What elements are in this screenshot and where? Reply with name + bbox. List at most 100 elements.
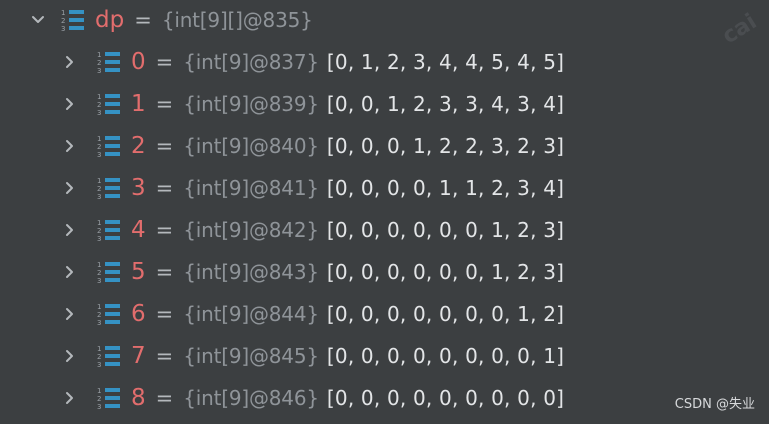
item-index: 0 (131, 49, 146, 75)
svg-text:1: 1 (97, 177, 101, 185)
svg-text:1: 1 (97, 261, 101, 269)
item-index: 2 (131, 133, 146, 159)
svg-text:2: 2 (97, 143, 101, 151)
array-values: [0, 0, 0, 0, 0, 0, 0, 0, 0] (326, 386, 565, 410)
variable-name: dp (95, 7, 125, 33)
item-index: 7 (131, 343, 146, 369)
chevron-right-icon[interactable] (60, 304, 80, 324)
tree-row-item-6[interactable]: 123 6 = {int[9]@844} [0, 0, 0, 0, 0, 0, … (0, 294, 769, 334)
svg-text:1: 1 (97, 219, 101, 227)
array-icon: 123 (96, 259, 122, 285)
tree-row-item-2[interactable]: 123 2 = {int[9]@840} [0, 0, 0, 1, 2, 2, … (0, 126, 769, 166)
svg-text:2: 2 (97, 395, 101, 403)
svg-text:2: 2 (97, 227, 101, 235)
chevron-right-icon[interactable] (60, 220, 80, 240)
object-reference: {int[9][]@835} (161, 8, 313, 32)
tree-row-item-1[interactable]: 123 1 = {int[9]@839} [0, 0, 1, 2, 3, 3, … (0, 84, 769, 124)
chevron-right-icon[interactable] (60, 94, 80, 114)
svg-text:3: 3 (61, 25, 65, 33)
array-icon: 123 (96, 175, 122, 201)
tree-row-root-dp[interactable]: 1 2 3 dp = {int[9][]@835} (0, 0, 769, 40)
svg-text:3: 3 (97, 319, 101, 327)
svg-text:1: 1 (97, 387, 101, 395)
array-values: [0, 0, 0, 1, 2, 2, 3, 2, 3] (326, 134, 565, 158)
tree-row-item-7[interactable]: 123 7 = {int[9]@845} [0, 0, 0, 0, 0, 0, … (0, 336, 769, 376)
debugger-variables-tree: 1 2 3 dp = {int[9][]@835} 123 0 = {int[9… (0, 0, 769, 424)
chevron-right-icon[interactable] (60, 136, 80, 156)
array-icon: 123 (96, 301, 122, 327)
item-index: 4 (131, 217, 146, 243)
chevron-right-icon[interactable] (60, 262, 80, 282)
svg-text:3: 3 (97, 361, 101, 369)
array-icon: 1 2 3 (60, 7, 86, 33)
item-index: 5 (131, 259, 146, 285)
array-values: [0, 0, 0, 0, 0, 0, 0, 0, 1] (326, 344, 565, 368)
array-values: [0, 0, 0, 0, 0, 0, 1, 2, 3] (326, 260, 565, 284)
array-values: [0, 0, 0, 0, 0, 0, 0, 1, 2] (326, 302, 565, 326)
svg-text:2: 2 (61, 17, 65, 25)
svg-text:1: 1 (61, 9, 65, 17)
svg-text:3: 3 (97, 403, 101, 411)
object-reference: {int[9]@841} (183, 176, 319, 200)
chevron-down-icon[interactable] (28, 10, 48, 30)
object-reference: {int[9]@846} (183, 386, 319, 410)
tree-row-item-4[interactable]: 123 4 = {int[9]@842} [0, 0, 0, 0, 0, 0, … (0, 210, 769, 250)
chevron-right-icon[interactable] (60, 52, 80, 72)
svg-text:1: 1 (97, 345, 101, 353)
equals-sign: = (155, 302, 174, 326)
chevron-right-icon[interactable] (60, 346, 80, 366)
object-reference: {int[9]@840} (183, 134, 319, 158)
array-values: [0, 0, 0, 0, 0, 0, 1, 2, 3] (326, 218, 565, 242)
object-reference: {int[9]@842} (183, 218, 319, 242)
svg-text:2: 2 (97, 101, 101, 109)
array-icon: 123 (96, 385, 122, 411)
svg-text:1: 1 (97, 303, 101, 311)
object-reference: {int[9]@845} (183, 344, 319, 368)
item-index: 3 (131, 175, 146, 201)
svg-text:2: 2 (97, 269, 101, 277)
svg-text:3: 3 (97, 151, 101, 159)
tree-row-item-5[interactable]: 123 5 = {int[9]@843} [0, 0, 0, 0, 0, 0, … (0, 252, 769, 292)
array-icon: 123 (96, 343, 122, 369)
equals-sign: = (134, 8, 152, 32)
tree-row-item-3[interactable]: 123 3 = {int[9]@841} [0, 0, 0, 0, 1, 1, … (0, 168, 769, 208)
equals-sign: = (155, 386, 174, 410)
svg-text:2: 2 (97, 59, 101, 67)
csdn-credit: CSDN @失业 (674, 397, 755, 412)
array-icon: 123 (96, 217, 122, 243)
tree-row-item-8[interactable]: 123 8 = {int[9]@846} [0, 0, 0, 0, 0, 0, … (0, 378, 769, 418)
svg-text:1: 1 (97, 93, 101, 101)
equals-sign: = (155, 218, 174, 242)
array-icon: 123 (96, 133, 122, 159)
array-icon: 123 (96, 49, 122, 75)
object-reference: {int[9]@837} (183, 50, 319, 74)
array-icon: 123 (96, 91, 122, 117)
equals-sign: = (155, 134, 174, 158)
svg-text:3: 3 (97, 235, 101, 243)
tree-row-item-0[interactable]: 123 0 = {int[9]@837} [0, 1, 2, 3, 4, 4, … (0, 42, 769, 82)
item-index: 6 (131, 301, 146, 327)
item-index: 1 (131, 91, 146, 117)
svg-text:2: 2 (97, 185, 101, 193)
equals-sign: = (155, 50, 174, 74)
equals-sign: = (155, 344, 174, 368)
chevron-right-icon[interactable] (60, 388, 80, 408)
svg-text:2: 2 (97, 353, 101, 361)
svg-text:3: 3 (97, 193, 101, 201)
array-values: [0, 0, 1, 2, 3, 3, 4, 3, 4] (326, 92, 565, 116)
object-reference: {int[9]@844} (183, 302, 319, 326)
array-values: [0, 0, 0, 0, 1, 1, 2, 3, 4] (326, 176, 565, 200)
svg-text:3: 3 (97, 277, 101, 285)
svg-text:3: 3 (97, 67, 101, 75)
object-reference: {int[9]@843} (183, 260, 319, 284)
chevron-right-icon[interactable] (60, 178, 80, 198)
array-values: [0, 1, 2, 3, 4, 4, 5, 4, 5] (326, 50, 565, 74)
svg-text:2: 2 (97, 311, 101, 319)
svg-text:1: 1 (97, 51, 101, 59)
equals-sign: = (155, 176, 174, 200)
equals-sign: = (155, 92, 174, 116)
item-index: 8 (131, 385, 146, 411)
svg-text:3: 3 (97, 109, 101, 117)
object-reference: {int[9]@839} (183, 92, 319, 116)
equals-sign: = (155, 260, 174, 284)
